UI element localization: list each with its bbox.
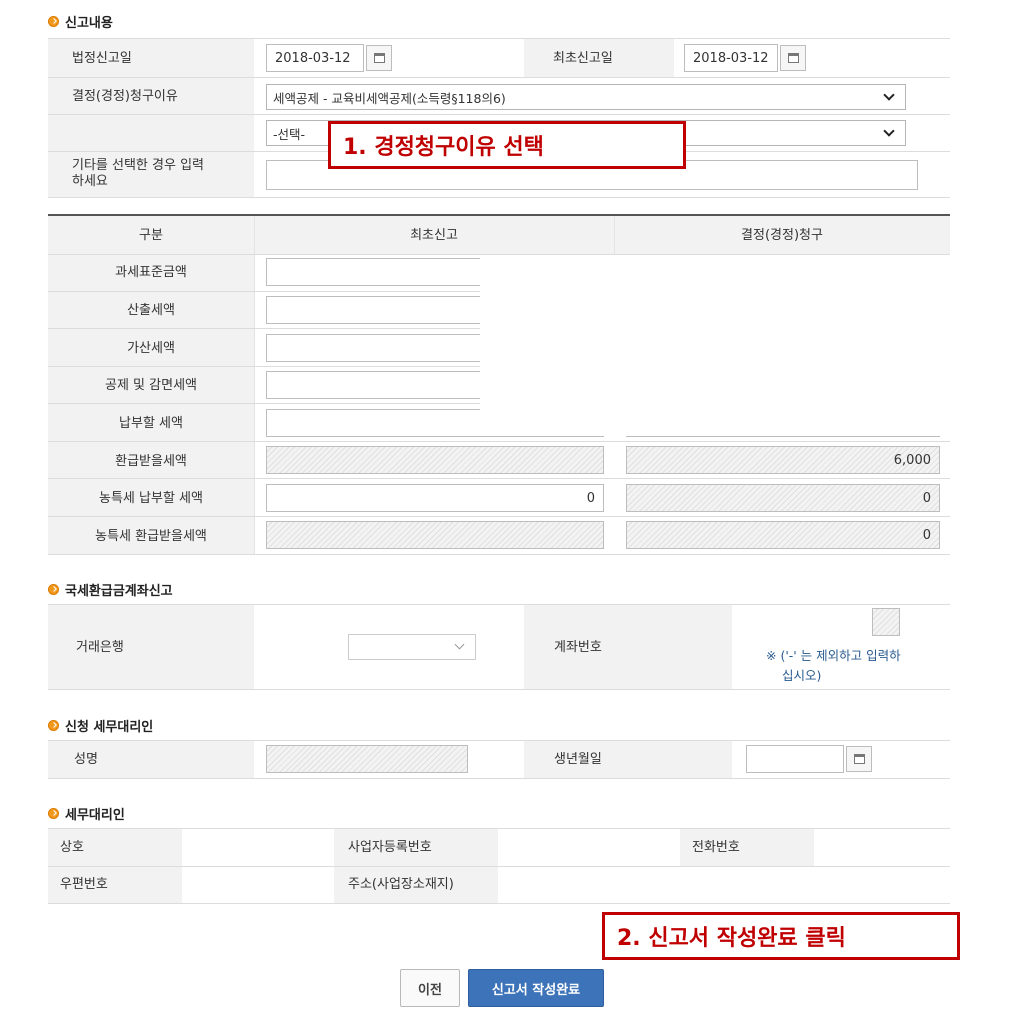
first-date-calendar-button[interactable] — [780, 45, 806, 71]
divider — [48, 478, 950, 479]
divider — [48, 903, 950, 904]
section-title-refund-account: 국세환급금계좌신고 — [48, 580, 173, 599]
reason-sub-select-value: -선택- — [273, 126, 306, 142]
prev-button[interactable]: 이전 — [400, 969, 460, 1007]
section-title-agent-applicant-text: 신청 세무대리인 — [65, 720, 154, 735]
divider — [48, 516, 950, 517]
bullet-icon — [48, 584, 59, 595]
section-title-agent-applicant: 신청 세무대리인 — [48, 716, 153, 735]
firm-label: 상호 — [60, 840, 84, 855]
divider — [48, 114, 950, 115]
birth-date-calendar-button[interactable] — [846, 746, 872, 772]
section-title-agent-text: 세무대리인 — [65, 808, 125, 823]
agent-name-label: 성명 — [74, 752, 98, 767]
other-reason-label-line2: 하세요 — [72, 174, 108, 189]
first-date-input[interactable]: 2018-03-12 — [684, 44, 778, 72]
special-tax-payable-first-input[interactable]: 0 — [266, 484, 604, 512]
bank-select[interactable] — [348, 634, 476, 660]
address-label: 주소(사업장소재지) — [348, 877, 454, 892]
row-label-calculated-tax: 산출세액 — [127, 303, 175, 318]
section-title-refund-account-text: 국세환급금계좌신고 — [65, 584, 173, 599]
annotation-step2: 2. 신고서 작성완료 클릭 — [602, 912, 960, 960]
chevron-down-icon — [883, 88, 895, 101]
account-note-line1: ※ ('-' 는 제외하고 입력하 — [766, 648, 901, 663]
phone-label: 전화번호 — [692, 840, 740, 855]
zip-label: 우편번호 — [60, 877, 108, 892]
account-number-input[interactable] — [872, 608, 900, 636]
special-tax-payable-claim-input: 0 — [626, 484, 940, 512]
divider — [48, 77, 950, 78]
column-divider — [254, 216, 255, 554]
calendar-icon — [853, 754, 865, 764]
bank-label: 거래은행 — [76, 640, 124, 655]
bullet-icon — [48, 16, 59, 27]
calendar-icon — [787, 53, 799, 63]
header-first: 최초신고 — [410, 228, 458, 243]
other-reason-label: 기타를 선택한 경우 입력 하세요 — [72, 158, 204, 190]
divider — [48, 554, 950, 555]
chevron-down-icon — [883, 124, 895, 137]
business-number-label: 사업자등록번호 — [348, 840, 432, 855]
calendar-icon — [373, 53, 385, 63]
other-reason-label-line1: 기타를 선택한 경우 입력 — [72, 158, 204, 173]
table-label-column-bg — [48, 254, 254, 554]
row-label-refund: 환급받을세액 — [115, 454, 187, 469]
reason-select[interactable]: 세액공제 - 교육비세액공제(소득령§118의6) — [266, 84, 906, 110]
row-label-additional-tax: 가산세액 — [127, 341, 175, 356]
refund-claim-input: 6,000 — [626, 446, 940, 474]
divider — [48, 828, 950, 829]
reason-label: 결정(경정)청구이유 — [72, 89, 178, 104]
reason-select-value: 세액공제 - 교육비세액공제(소득령§118의6) — [273, 90, 506, 106]
legal-date-label: 법정신고일 — [72, 51, 132, 66]
legal-date-input[interactable]: 2018-03-12 — [266, 44, 364, 72]
row-label-special-tax-refund: 농특세 환급받을세액 — [95, 529, 207, 544]
row-label-tax-payable: 납부할 세액 — [119, 416, 183, 431]
section-title-agent: 세무대리인 — [48, 804, 125, 823]
birth-date-label: 생년월일 — [554, 752, 602, 767]
divider — [48, 689, 950, 690]
birth-date-input[interactable] — [746, 745, 844, 773]
row-label-special-tax-payable: 농특세 납부할 세액 — [99, 491, 203, 506]
bullet-icon — [48, 808, 59, 819]
account-note: ※ ('-' 는 제외하고 입력하 십시오) — [766, 646, 901, 686]
refund-first-input — [266, 446, 604, 474]
account-label: 계좌번호 — [554, 640, 602, 655]
first-date-label: 최초신고일 — [553, 51, 613, 66]
divider — [48, 778, 950, 779]
bullet-icon — [48, 720, 59, 731]
divider — [48, 866, 950, 867]
section-title-report-text: 신고내용 — [65, 16, 113, 31]
special-tax-refund-first-input — [266, 521, 604, 549]
submit-report-button[interactable]: 신고서 작성완료 — [468, 969, 604, 1007]
legal-date-calendar-button[interactable] — [366, 45, 392, 71]
row-label-deduction: 공제 및 감면세액 — [105, 378, 197, 393]
row-label-tax-base: 과세표준금액 — [115, 265, 187, 280]
agent-name-input — [266, 745, 468, 773]
redacted-area — [480, 256, 950, 436]
divider — [48, 441, 950, 442]
header-category: 구분 — [139, 228, 163, 243]
annotation-step1: 1. 경정청구이유 선택 — [328, 121, 686, 169]
divider — [48, 197, 950, 198]
divider — [48, 254, 950, 255]
header-claim: 결정(경정)청구 — [741, 228, 823, 243]
special-tax-refund-claim-input: 0 — [626, 521, 940, 549]
section-title-report: 신고내용 — [48, 12, 113, 31]
account-note-line2: 십시오) — [782, 668, 822, 683]
chevron-down-icon — [454, 639, 465, 650]
